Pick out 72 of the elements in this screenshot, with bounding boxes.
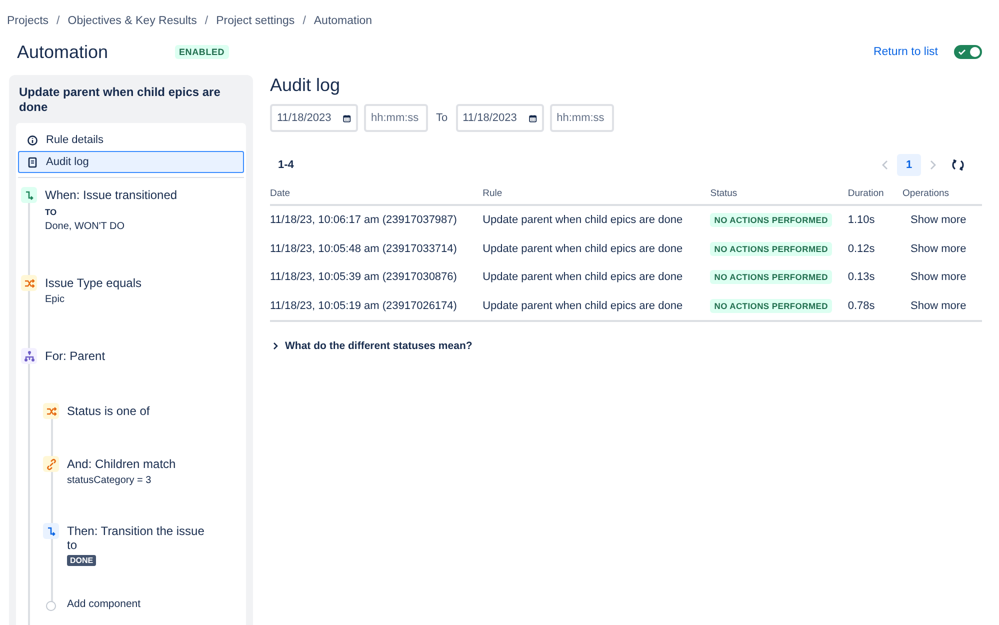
duration-cell: 0.78s [848, 300, 875, 312]
duration-cell: 0.13s [848, 271, 875, 284]
column-header: Rule [482, 188, 502, 199]
return-link[interactable]: Return to list [873, 46, 938, 58]
nav-item[interactable]: Audit log [18, 151, 244, 173]
status-lozenge: NO ACTIONS PERFORMED [710, 298, 832, 313]
rule-cell: Update parent when child epics are done [482, 242, 683, 255]
rule-cell: Update parent when child epics are done [482, 214, 683, 226]
breadcrumb-separator: / [302, 15, 306, 27]
show-more-button[interactable]: Show more [902, 214, 966, 226]
page-title: Automation [17, 42, 110, 62]
rule-cell: Update parent when child epics are done [482, 271, 683, 284]
status-lozenge: DONE [67, 555, 96, 566]
step-title[interactable]: When: Issue transitioned [45, 188, 215, 202]
step-detail: statusCategory = 3 [67, 475, 152, 486]
step-title[interactable]: Status is one of [67, 404, 207, 418]
link-icon [43, 456, 59, 472]
enable-toggle[interactable] [954, 45, 982, 59]
date-cell: 11/18/23, 10:06:17 am (23917037987) [270, 214, 457, 226]
transition-icon [21, 187, 37, 203]
time-field[interactable]: hh:mm:ss [550, 104, 614, 132]
chevron-icon [272, 342, 279, 350]
refresh-icon[interactable] [951, 158, 965, 172]
rule-cell: Update parent when child epics are done [482, 300, 683, 312]
date-field[interactable]: 11/18/2023 [270, 104, 358, 132]
shuffle-icon [43, 403, 59, 419]
status-lozenge: ENABLED [175, 45, 229, 59]
nav-item[interactable]: Rule details [18, 129, 244, 151]
breadcrumb-link[interactable]: Project settings [216, 15, 295, 27]
column-header: Duration [848, 188, 884, 199]
step-label: TO [45, 207, 58, 217]
document-icon [27, 156, 38, 168]
status-lozenge: NO ACTIONS PERFORMED [710, 270, 832, 284]
statuses-expander[interactable]: What do the different statuses mean? [270, 340, 472, 352]
show-more-button[interactable]: Show more [902, 242, 966, 255]
transition-icon [43, 523, 59, 539]
status-lozenge: NO ACTIONS PERFORMED [710, 242, 832, 256]
breadcrumb-separator: / [204, 15, 208, 27]
to-label: To [436, 112, 448, 124]
add-dot-icon [46, 601, 56, 611]
time-field[interactable]: hh:mm:ss [364, 104, 428, 132]
show-more-button[interactable]: Show more [902, 271, 966, 284]
show-more-button[interactable]: Show more [902, 300, 966, 312]
step-title[interactable]: For: Parent [45, 349, 215, 363]
breadcrumb-link[interactable]: Projects [7, 15, 49, 27]
column-header: Status [710, 188, 738, 199]
result-range: 1-4 [278, 159, 294, 171]
column-header: Date [270, 188, 290, 199]
rule-name: Update parent when child epics are done [19, 85, 222, 115]
breadcrumb-separator: / [56, 15, 60, 27]
breadcrumb-link[interactable]: Automation [314, 15, 372, 27]
date-cell: 11/18/23, 10:05:39 am (23917030876) [270, 271, 457, 284]
hierarchy-icon [21, 348, 37, 364]
date-field[interactable]: 11/18/2023 [456, 104, 544, 132]
breadcrumb-link[interactable]: Objectives & Key Results [68, 15, 197, 27]
date-cell: 11/18/23, 10:05:19 am (23917026174) [270, 300, 457, 312]
step-title[interactable]: And: Children match [67, 457, 207, 471]
status-lozenge: NO ACTIONS PERFORMED [710, 213, 832, 228]
duration-cell: 1.10s [848, 214, 875, 226]
page-button[interactable]: 1 [897, 154, 921, 176]
check-icon [958, 48, 966, 56]
shuffle-icon [21, 275, 37, 291]
section-title: Audit log [270, 75, 342, 96]
duration-cell: 0.12s [848, 242, 875, 255]
step-detail: Epic [45, 294, 66, 305]
step-title[interactable]: Then: Transition the issue to [67, 524, 207, 552]
info-icon [27, 134, 38, 146]
step-title[interactable]: Issue Type equals [45, 276, 215, 290]
column-header: Operations [902, 188, 950, 199]
date-cell: 11/18/23, 10:05:48 am (23917033714) [270, 242, 457, 255]
add-component-link[interactable]: Add component [67, 598, 141, 611]
step-detail: Done, WON'T DO [45, 221, 126, 232]
